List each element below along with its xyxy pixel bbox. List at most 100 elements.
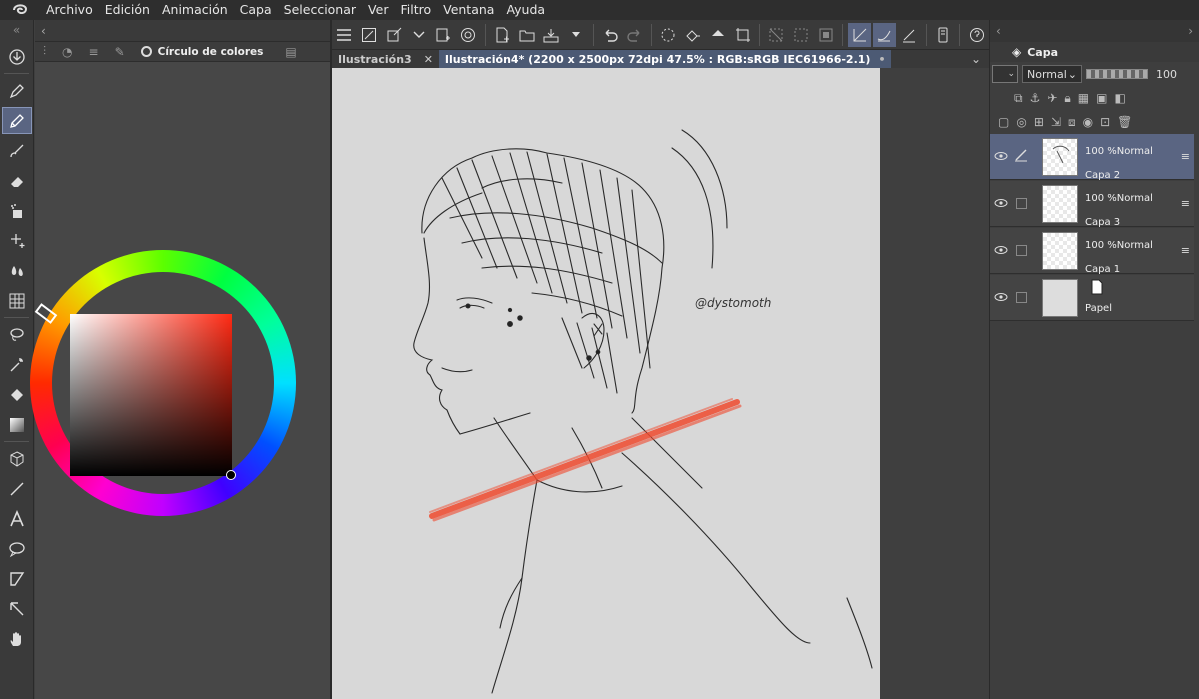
tab-set-icon[interactable]: ≡ xyxy=(89,45,99,59)
layer-row-papel[interactable]: Papel xyxy=(990,275,1194,321)
loading-selection-icon[interactable] xyxy=(657,23,680,47)
open-folder-icon[interactable] xyxy=(515,23,538,47)
app-logo-icon[interactable] xyxy=(0,0,40,20)
help-icon[interactable] xyxy=(965,23,988,47)
menu-animacion[interactable]: Animación xyxy=(156,0,234,20)
layer-row-capa3[interactable]: 100 %Normal Capa 3 ≡ xyxy=(990,181,1194,228)
vector-snap-icon[interactable] xyxy=(848,22,872,47)
menu-filtro[interactable]: Filtro xyxy=(394,0,437,20)
menu-edicion[interactable]: Edición xyxy=(99,0,156,20)
layer-select-checkbox[interactable] xyxy=(1016,292,1027,303)
layer-color-icon[interactable]: ◧ xyxy=(1114,91,1125,105)
lock-icon[interactable]: 🔒︎ xyxy=(1064,91,1070,106)
tool-frame[interactable] xyxy=(2,565,32,592)
merge-icon[interactable]: ⧈ xyxy=(1068,115,1076,130)
pen-pressure-icon[interactable] xyxy=(898,23,921,47)
close-tab-icon[interactable]: ✕ xyxy=(418,53,439,66)
new-folder-icon[interactable]: ⊞ xyxy=(1034,115,1044,129)
saturation-value-square[interactable] xyxy=(70,314,232,476)
tab-sliders-icon[interactable]: ⫶ xyxy=(43,44,46,59)
drag-handle-icon[interactable]: ≡ xyxy=(1181,150,1190,163)
ruler-snap-icon[interactable] xyxy=(873,22,896,47)
panel-menu-icon[interactable]: ▤ xyxy=(285,45,296,59)
menu-ayuda[interactable]: Ayuda xyxy=(500,0,551,20)
tool-decoration[interactable] xyxy=(2,227,32,254)
tool-text[interactable] xyxy=(2,505,32,532)
undo-icon[interactable] xyxy=(599,23,622,47)
tab-mix-icon[interactable]: ◔ xyxy=(62,45,72,59)
redo-icon[interactable] xyxy=(623,23,646,47)
invert-selection-icon[interactable] xyxy=(790,23,813,47)
new-layer-icon[interactable] xyxy=(432,23,455,47)
layer-select-checkbox[interactable] xyxy=(1016,245,1027,256)
drag-handle-icon[interactable]: ≡ xyxy=(1181,197,1190,210)
tool-operation[interactable] xyxy=(2,595,32,622)
tab-ilustracion4[interactable]: Ilustración4* (2200 x 2500px 72dpi 47.5%… xyxy=(438,50,892,68)
tool-balloon[interactable] xyxy=(2,535,32,562)
tool-pen[interactable] xyxy=(2,77,32,104)
visibility-eye-icon[interactable] xyxy=(994,290,1008,304)
tab-ilustracion3[interactable]: Ilustración3 xyxy=(332,50,418,68)
visibility-eye-icon[interactable] xyxy=(994,243,1008,257)
new-raster-layer-icon[interactable]: ▢ xyxy=(998,115,1009,129)
save-dropdown-icon[interactable] xyxy=(565,23,588,47)
tool-line[interactable] xyxy=(2,475,32,502)
menu-archivo[interactable]: Archivo xyxy=(40,0,99,20)
tool-pencil[interactable] xyxy=(2,107,32,134)
menu-capa[interactable]: Capa xyxy=(234,0,278,20)
collapse-right-right-icon[interactable]: › xyxy=(1188,24,1193,38)
layer-row-capa2[interactable]: 100 %Normal Capa 2 ≡ xyxy=(990,134,1194,181)
tool-lasso[interactable] xyxy=(2,321,32,348)
selection-frame-icon[interactable] xyxy=(815,23,838,47)
mask-icon[interactable]: ▣ xyxy=(1096,91,1107,105)
transfer-down-icon[interactable]: ⇲ xyxy=(1051,115,1061,129)
tool-3d[interactable] xyxy=(2,445,32,472)
crop-icon[interactable] xyxy=(731,23,754,47)
clear-icon[interactable] xyxy=(682,23,705,47)
collapse-right-left-icon[interactable]: ‹ xyxy=(996,24,1001,38)
deselect-icon[interactable] xyxy=(765,23,788,47)
lock-alpha-icon[interactable]: ▦ xyxy=(1078,91,1089,105)
saturation-value-cursor[interactable] xyxy=(226,470,236,480)
tool-eraser[interactable] xyxy=(2,167,32,194)
canvas-paper[interactable]: @dystomoth xyxy=(332,68,880,699)
tool-airbrush[interactable] xyxy=(2,197,32,224)
fit-canvas-icon[interactable] xyxy=(358,23,381,47)
tool-download[interactable] xyxy=(2,43,32,70)
tool-fill[interactable] xyxy=(2,381,32,408)
layer-select-checkbox[interactable] xyxy=(1016,198,1027,209)
tool-hand[interactable] xyxy=(2,625,32,652)
tab-history-icon[interactable]: ✎ xyxy=(115,45,125,59)
menu-ventana[interactable]: Ventana xyxy=(437,0,500,20)
tool-grid[interactable] xyxy=(2,287,32,314)
layer-color-swatch[interactable]: ⌄ xyxy=(992,65,1018,83)
drag-handle-icon[interactable]: ≡ xyxy=(1181,244,1190,257)
draft-icon[interactable]: ✈ xyxy=(1047,91,1057,105)
tab-color-wheel[interactable]: Círculo de colores xyxy=(140,46,263,58)
tabs-dropdown-icon[interactable]: ⌄ xyxy=(971,52,981,66)
tool-brush[interactable] xyxy=(2,137,32,164)
fill-selection-icon[interactable] xyxy=(707,23,730,47)
tool-gradient[interactable] xyxy=(2,411,32,438)
blend-mode-select[interactable]: Normal ⌄ xyxy=(1022,65,1082,83)
layer-mask-icon[interactable]: ◉ xyxy=(1083,115,1093,129)
transform-icon[interactable] xyxy=(383,23,406,47)
opacity-slider[interactable] xyxy=(1086,69,1148,79)
edit-pencil-icon[interactable] xyxy=(1014,148,1028,162)
reference-icon[interactable]: ⚓ xyxy=(1030,91,1041,105)
menu-ver[interactable]: Ver xyxy=(362,0,394,20)
layer-panel-tab[interactable]: ◈ Capa xyxy=(990,42,1199,62)
apply-mask-icon[interactable]: ⊡ xyxy=(1100,115,1110,129)
collapse-icon[interactable]: « xyxy=(0,20,33,40)
tool-magic-wand[interactable] xyxy=(2,351,32,378)
delete-layer-icon[interactable]: 🗑︎ xyxy=(1117,115,1132,129)
companion-mode-icon[interactable] xyxy=(932,23,955,47)
visibility-eye-icon[interactable] xyxy=(994,149,1008,163)
clipping-icon[interactable]: ⧉ xyxy=(1014,91,1023,106)
tool-blend[interactable] xyxy=(2,257,32,284)
hamburger-menu-icon[interactable] xyxy=(333,23,356,47)
collapse-left-icon[interactable]: ‹ xyxy=(41,24,46,38)
chevron-down-icon[interactable] xyxy=(407,23,430,47)
save-icon[interactable] xyxy=(540,23,563,47)
canvas-viewport[interactable]: @dystomoth xyxy=(332,68,989,699)
